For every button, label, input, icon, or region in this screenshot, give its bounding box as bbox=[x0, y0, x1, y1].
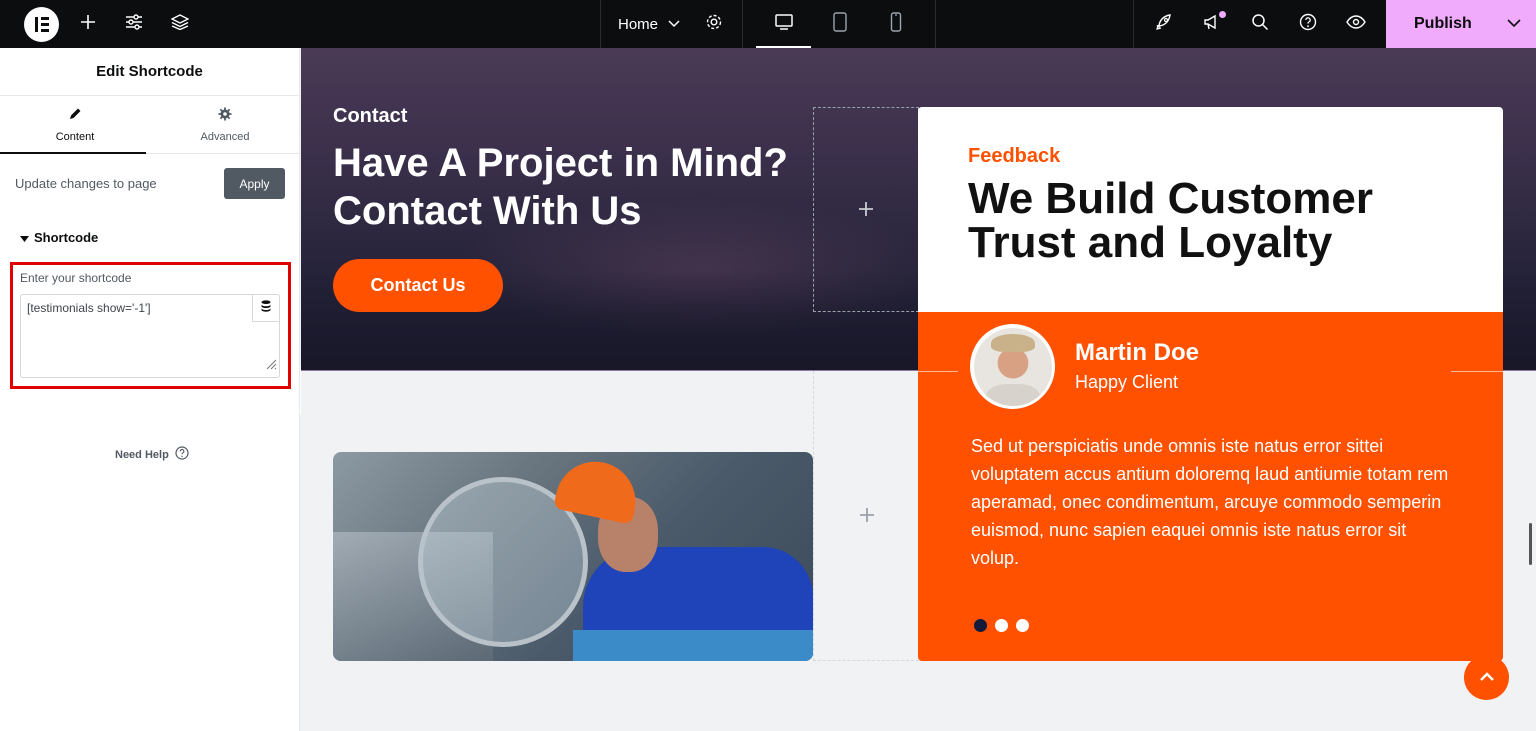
shortcode-value: [testimonials show='-1'] bbox=[27, 301, 151, 315]
tab-content[interactable]: Content bbox=[0, 96, 150, 154]
page-settings-button[interactable] bbox=[698, 0, 730, 48]
topbar-divider bbox=[742, 0, 743, 48]
decorative-line bbox=[918, 371, 958, 372]
help-icon bbox=[1299, 13, 1317, 36]
site-settings-button[interactable] bbox=[118, 0, 150, 48]
plus-icon bbox=[859, 503, 875, 529]
publish-button[interactable]: Publish bbox=[1386, 0, 1536, 48]
panel-tabs: Content Advanced bbox=[0, 96, 299, 154]
avatar-shirt bbox=[985, 383, 1040, 406]
mobile-icon bbox=[890, 11, 902, 37]
need-help-link[interactable]: Need Help bbox=[115, 446, 189, 463]
finder-button[interactable] bbox=[1244, 0, 1276, 48]
carousel-dot-2[interactable] bbox=[995, 619, 1008, 632]
empty-column-add[interactable] bbox=[813, 107, 919, 312]
page-name: Home bbox=[617, 15, 658, 33]
dynamic-tags-button[interactable] bbox=[252, 295, 279, 322]
rocket-icon bbox=[1155, 13, 1173, 36]
publish-label: Publish bbox=[1414, 15, 1472, 32]
carousel-dots bbox=[974, 619, 1029, 632]
panel-title: Edit Shortcode bbox=[0, 48, 299, 96]
hero-eyebrow: Contact bbox=[333, 105, 408, 127]
database-icon bbox=[261, 299, 271, 317]
chevron-down-icon[interactable] bbox=[1506, 15, 1522, 36]
avatar bbox=[970, 324, 1055, 409]
chevron-down-icon bbox=[668, 15, 680, 33]
plus-icon bbox=[80, 14, 96, 35]
carousel-dot-1[interactable] bbox=[974, 619, 987, 632]
active-tab-indicator bbox=[0, 152, 146, 154]
testimonial-card: Martin Doe Happy Client Sed ut perspicia… bbox=[918, 312, 1503, 661]
topbar-divider bbox=[935, 0, 936, 48]
structure-button[interactable] bbox=[164, 0, 196, 48]
help-label: Need Help bbox=[115, 448, 169, 461]
testimonial-eyebrow: Feedback bbox=[968, 145, 1061, 167]
megaphone-icon bbox=[1203, 13, 1221, 36]
elementor-logo-icon[interactable] bbox=[24, 7, 59, 42]
update-row: Update changes to page Apply bbox=[15, 168, 285, 199]
testimonial-title: We Build Customer Trust and Loyalty bbox=[968, 174, 1374, 267]
desktop-icon bbox=[774, 13, 794, 36]
plus-icon bbox=[858, 197, 874, 223]
chevron-up-icon bbox=[1479, 669, 1494, 687]
contact-us-button[interactable]: Contact Us bbox=[333, 259, 503, 312]
tab-advanced[interactable]: Advanced bbox=[150, 96, 300, 154]
editor-topbar: Home Publish bbox=[0, 0, 1536, 48]
preview-canvas: Contact Have A Project in Mind? Contact … bbox=[301, 48, 1536, 731]
photo-table bbox=[573, 630, 813, 661]
sliders-icon bbox=[125, 13, 143, 35]
resize-grip-icon[interactable] bbox=[265, 357, 277, 375]
device-mobile-button[interactable] bbox=[868, 0, 923, 48]
device-tablet-button[interactable] bbox=[812, 0, 867, 48]
help-button[interactable] bbox=[1292, 0, 1324, 48]
apply-button[interactable]: Apply bbox=[224, 168, 285, 199]
section-title: Shortcode bbox=[34, 230, 99, 245]
topbar-divider bbox=[600, 0, 601, 48]
editor-panel: Edit Shortcode Content Advanced Update c… bbox=[0, 48, 300, 731]
testimonial-quote: Sed ut perspiciatis unde omnis iste natu… bbox=[971, 436, 1449, 568]
gear-icon bbox=[705, 13, 723, 36]
avatar-photo bbox=[973, 327, 1052, 406]
testimonial-header-card: Feedback We Build Customer Trust and Loy… bbox=[918, 107, 1503, 312]
client-name: Martin Doe bbox=[1075, 339, 1200, 366]
shortcode-textarea[interactable]: [testimonials show='-1'] bbox=[20, 294, 280, 378]
topbar-divider bbox=[1133, 0, 1134, 48]
caret-down-icon bbox=[20, 230, 29, 245]
shortcode-label: Enter your shortcode bbox=[20, 271, 132, 285]
whats-new-button[interactable] bbox=[1196, 0, 1228, 48]
update-text: Update changes to page bbox=[15, 176, 157, 191]
tablet-icon bbox=[832, 11, 848, 37]
client-role: Happy Client bbox=[1075, 372, 1179, 392]
section-toggle-shortcode[interactable]: Shortcode bbox=[20, 230, 98, 245]
column-border bbox=[813, 660, 919, 661]
page-selector[interactable]: Home bbox=[612, 0, 686, 48]
preview-button[interactable] bbox=[1340, 0, 1372, 48]
eye-icon bbox=[1346, 14, 1366, 34]
empty-column-add[interactable] bbox=[813, 371, 919, 661]
hero-title: Have A Project in Mind? Contact With Us bbox=[333, 141, 788, 233]
device-desktop-button[interactable] bbox=[756, 0, 811, 48]
search-icon bbox=[1251, 13, 1269, 36]
add-element-button[interactable] bbox=[72, 0, 104, 48]
tab-label: Content bbox=[55, 131, 95, 143]
tab-label: Advanced bbox=[200, 131, 250, 143]
launchpad-button[interactable] bbox=[1148, 0, 1180, 48]
pencil-icon bbox=[68, 107, 82, 124]
carousel-dot-3[interactable] bbox=[1016, 619, 1029, 632]
layers-icon bbox=[170, 13, 190, 35]
gear-icon bbox=[218, 107, 232, 124]
avatar-hat bbox=[990, 333, 1035, 352]
worker-photo bbox=[333, 452, 813, 661]
notification-dot bbox=[1219, 11, 1226, 18]
canvas-scrollbar[interactable] bbox=[1529, 523, 1532, 565]
scroll-to-top-button[interactable] bbox=[1464, 655, 1509, 700]
decorative-line bbox=[1451, 371, 1503, 372]
help-circle-icon bbox=[175, 446, 189, 463]
